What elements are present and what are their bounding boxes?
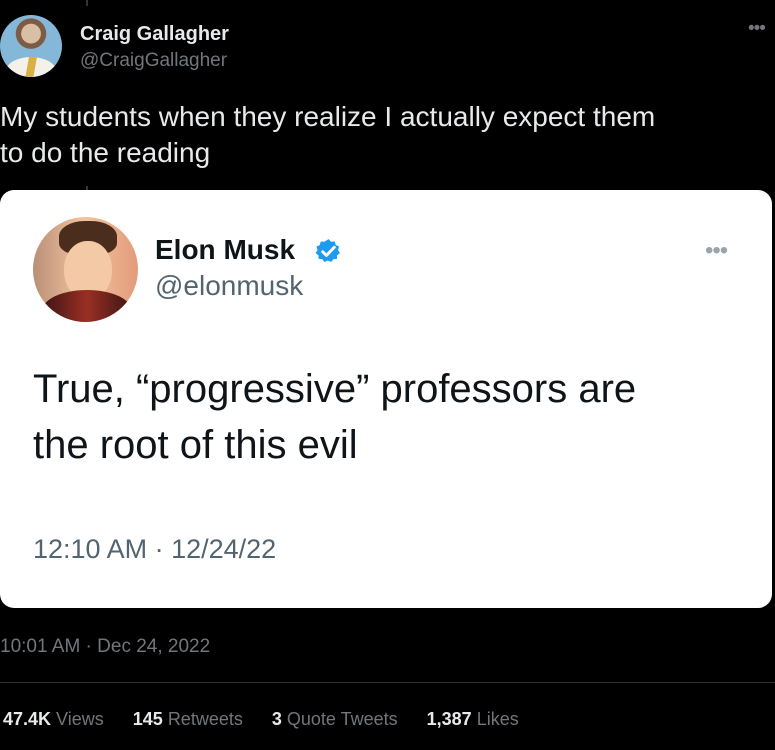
outer-tweet-text: My students when they realize I actually… (0, 101, 656, 168)
outer-tweet-header: Craig Gallagher @CraigGallagher ••• (0, 8, 775, 78)
quote-label: Quote Tweets (286, 709, 398, 729)
views-stat[interactable]: 47.4K Views (3, 708, 104, 730)
thread-connector-line (86, 0, 88, 6)
retweets-label: Retweets (167, 709, 243, 729)
quoted-author-name[interactable]: Elon Musk (155, 234, 295, 266)
quoted-tweet-card[interactable]: Elon Musk @elonmusk ••• True, “progressi… (0, 190, 772, 608)
quoted-tweet-timestamp[interactable]: 12:10 AM · 12/24/22 (33, 534, 276, 564)
avatar-armor (42, 290, 132, 322)
retweets-count: 145 (132, 709, 163, 729)
tweet-stats: 47.4K Views 145 Retweets 3 Quote Tweets 1,3… (3, 708, 543, 730)
quote-tweets-stat[interactable]: 3 Quote Tweets (272, 708, 398, 730)
more-horizontal-icon[interactable]: ••• (705, 237, 728, 265)
likes-label: Likes (476, 709, 519, 729)
elon-musk-avatar[interactable] (33, 217, 138, 322)
stats-divider (0, 682, 775, 683)
craig-gallagher-avatar[interactable] (0, 15, 62, 77)
likes-stat[interactable]: 1,387 Likes (427, 708, 519, 730)
outer-tweet-timestamp[interactable]: 10:01 AM · Dec 24, 2022 (0, 636, 210, 658)
outer-author-name[interactable]: Craig Gallagher (80, 23, 229, 45)
outer-author-handle[interactable]: @CraigGallagher (80, 50, 227, 72)
quoted-tweet-text: True, “progressive” professors are the r… (33, 367, 637, 467)
views-label: Views (56, 709, 104, 729)
likes-count: 1,387 (426, 709, 472, 729)
verified-badge-icon (315, 239, 340, 263)
views-count: 47.4K (3, 709, 52, 729)
retweets-stat[interactable]: 145 Retweets (133, 708, 243, 730)
more-horizontal-icon[interactable]: ••• (748, 18, 766, 40)
quoted-author-handle[interactable]: @elonmusk (155, 270, 303, 302)
quote-count: 3 (271, 709, 282, 729)
